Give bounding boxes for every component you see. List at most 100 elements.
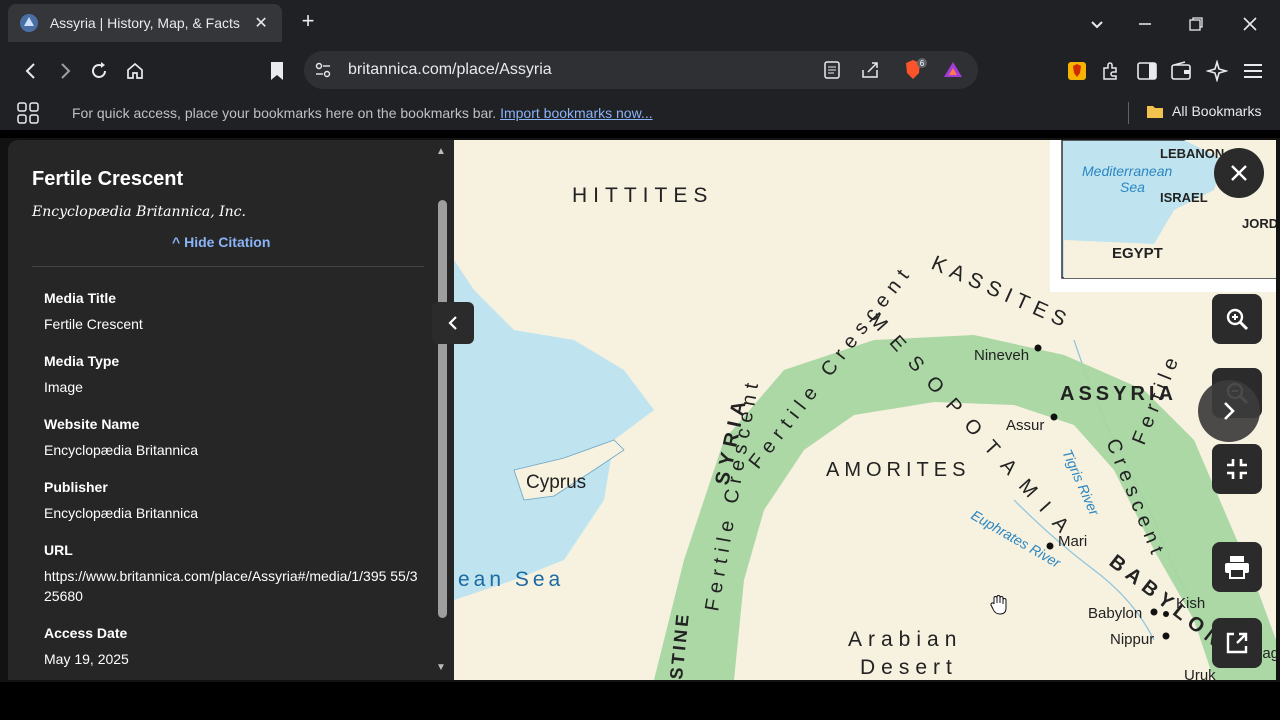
field-label: Website Name	[44, 416, 140, 432]
folder-icon	[1146, 103, 1164, 119]
label-nineveh: Nineveh	[974, 347, 1029, 364]
open-external-icon	[1226, 632, 1248, 654]
extensions-icon[interactable]	[1098, 58, 1124, 84]
label-babylon: Babylon	[1088, 605, 1142, 622]
site-settings-icon[interactable]	[314, 61, 332, 84]
chevron-left-icon	[448, 316, 457, 330]
scroll-up-icon[interactable]: ▲	[436, 146, 446, 157]
bookmarks-divider	[1128, 102, 1129, 124]
home-icon[interactable]	[122, 58, 148, 84]
field-label: URL	[44, 542, 73, 558]
label-uruk: Uruk	[1184, 667, 1216, 680]
print-icon	[1225, 556, 1249, 579]
bookmark-icon[interactable]	[264, 58, 290, 84]
label-kish: Kish	[1176, 595, 1205, 612]
reader-mode-icon[interactable]	[822, 60, 842, 85]
open-external-button[interactable]	[1212, 618, 1262, 668]
fit-screen-button[interactable]	[1212, 444, 1262, 494]
url-text[interactable]: britannica.com/place/Assyria	[348, 61, 552, 79]
brave-shields-icon[interactable]: 6	[902, 57, 928, 88]
fit-screen-icon	[1227, 459, 1247, 479]
restore-button[interactable]	[1182, 10, 1210, 38]
citation-scrollbar[interactable]: ▲ ▼	[432, 140, 454, 680]
label-mari: Mari	[1058, 533, 1087, 550]
tab-active[interactable]: Assyria | History, Map, & Facts | ✕	[8, 4, 282, 42]
next-media-button[interactable]	[1198, 380, 1260, 442]
zoom-in-button[interactable]	[1212, 294, 1262, 344]
leo-ai-icon[interactable]	[1204, 58, 1230, 84]
wallet-icon[interactable]	[1168, 58, 1194, 84]
inset-label-jordan: JORD	[1242, 216, 1276, 231]
print-button[interactable]	[1212, 542, 1262, 592]
inset-label-sea: Sea	[1120, 179, 1145, 195]
label-arabian: Arabian	[848, 628, 962, 651]
field-value: Encyclopædia Britannica	[44, 505, 199, 521]
brave-rewards-icon[interactable]	[942, 60, 964, 85]
field-publisher: Publisher Encyclopædia Britannica	[44, 479, 424, 523]
field-label: Media Type	[44, 353, 120, 369]
import-bookmarks-link[interactable]: Import bookmarks now...	[500, 105, 653, 121]
menu-icon[interactable]	[1240, 58, 1266, 84]
collapse-panel-button[interactable]	[432, 302, 474, 344]
field-label: Media Title	[44, 290, 117, 306]
field-value: Encyclopædia Britannica	[44, 442, 199, 458]
field-value: Fertile Crescent	[44, 316, 143, 332]
label-assur: Assur	[1006, 417, 1044, 434]
brave-badge-count: 6	[920, 59, 925, 68]
inset-label-lebanon: LEBANON	[1160, 146, 1224, 161]
close-icon	[1231, 165, 1247, 181]
sidebar-icon[interactable]	[1134, 58, 1160, 84]
apps-grid-icon[interactable]	[16, 101, 40, 130]
chevron-right-icon	[1224, 402, 1235, 420]
field-value[interactable]: https://www.britannica.com/place/Assyria…	[44, 566, 424, 606]
inset-label-med: Mediterranean	[1082, 163, 1172, 179]
zoom-in-icon	[1226, 308, 1249, 331]
tab-close-icon[interactable]: ✕	[250, 13, 272, 33]
label-cyprus: Cyprus	[526, 472, 586, 493]
field-label: Publisher	[44, 479, 108, 495]
minimize-button[interactable]	[1131, 10, 1159, 38]
vpn-extension-icon[interactable]	[1064, 58, 1090, 84]
citation-panel: Fertile Crescent Encyclopædia Britannica…	[8, 140, 432, 680]
divider	[32, 266, 424, 267]
inset-label-egypt: EGYPT	[1112, 245, 1163, 262]
fertile-crescent-map[interactable]: HITTITES KASSITES MESOPOTAMIA ASSYRIA AM…	[454, 140, 1276, 680]
reload-icon[interactable]	[86, 58, 112, 84]
scrollbar-thumb[interactable]	[438, 200, 447, 618]
back-icon[interactable]	[18, 58, 44, 84]
label-desert: Desert	[860, 656, 958, 679]
label-sea: ean Sea	[458, 568, 564, 591]
page-content: Fertile Crescent Encyclopædia Britannica…	[0, 138, 1280, 682]
tab-strip: Assyria | History, Map, & Facts | ✕ +	[0, 0, 1280, 46]
new-tab-button[interactable]: +	[296, 10, 320, 34]
label-amorites: AMORITES	[826, 459, 970, 481]
scroll-down-icon[interactable]: ▼	[436, 662, 446, 673]
bottom-black-bar	[0, 682, 1280, 720]
browser-toolbar: britannica.com/place/Assyria 6	[0, 46, 1280, 96]
forward-icon[interactable]	[52, 58, 78, 84]
close-media-button[interactable]	[1214, 148, 1264, 198]
all-bookmarks-button[interactable]: All Bookmarks	[1146, 103, 1261, 119]
tab-search-icon[interactable]	[1083, 10, 1111, 38]
close-window-button[interactable]	[1236, 10, 1264, 38]
field-value: Image	[44, 379, 83, 395]
all-bookmarks-label: All Bookmarks	[1172, 103, 1262, 119]
bookmarks-bar-message: For quick access, place your bookmarks h…	[72, 105, 653, 121]
hide-citation-button[interactable]: ^ Hide Citation	[172, 234, 270, 250]
label-hittites: HITTITES	[572, 184, 713, 207]
address-bar[interactable]: britannica.com/place/Assyria 6	[304, 51, 978, 89]
chevron-up-icon: ^	[172, 234, 181, 250]
citation-title: Fertile Crescent	[32, 168, 184, 190]
field-value: May 19, 2025	[44, 651, 129, 667]
field-website-name: Website Name Encyclopædia Britannica	[44, 416, 424, 460]
field-url: URL https://www.britannica.com/place/Ass…	[44, 542, 424, 606]
tab-title: Assyria | History, Map, & Facts |	[49, 15, 245, 31]
inset-label-israel: ISRAEL	[1160, 190, 1208, 205]
field-media-title: Media Title Fertile Crescent	[44, 290, 424, 334]
bookmarks-bar-text: For quick access, place your bookmarks h…	[72, 105, 497, 121]
field-access-date: Access Date May 19, 2025	[44, 625, 424, 669]
hide-citation-label: Hide Citation	[184, 234, 271, 250]
field-media-type: Media Type Image	[44, 353, 424, 397]
share-icon[interactable]	[860, 60, 882, 85]
label-nippur: Nippur	[1110, 631, 1154, 648]
